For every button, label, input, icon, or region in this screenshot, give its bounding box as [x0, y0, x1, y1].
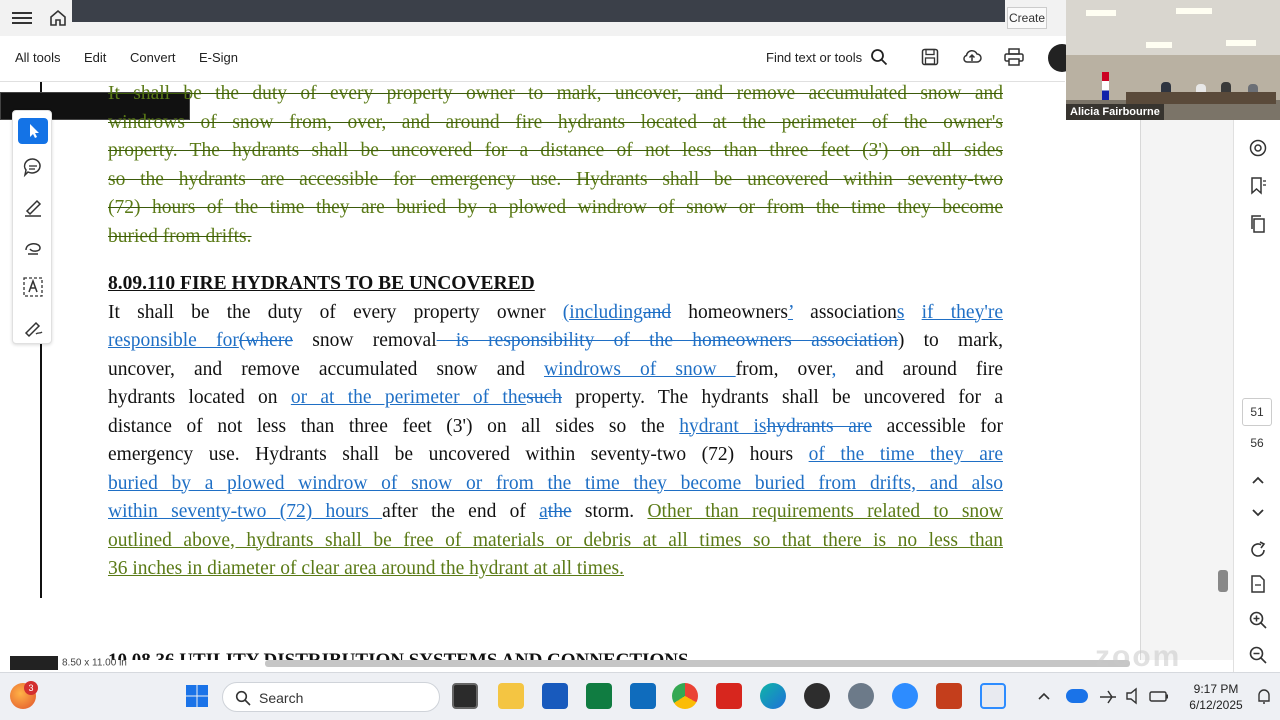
find-text-or-tools[interactable]: Find text or tools	[766, 50, 862, 65]
page-dimensions: 8.50 x 11.00 in	[10, 656, 127, 672]
para-line-1: It shall be the duty of every property o…	[108, 301, 1003, 323]
excel-icon[interactable]	[586, 683, 612, 709]
para-line-5: distance of not less than three feet (3'…	[108, 415, 1004, 437]
edge-icon[interactable]	[760, 683, 786, 709]
current-page-field[interactable]: 51	[1242, 398, 1272, 426]
chevron-up-icon[interactable]	[1248, 470, 1268, 490]
para-line-10: 36 inches in diameter of clear area arou…	[108, 558, 624, 579]
para-line-3: uncover, and remove accumulated snow and…	[108, 358, 1003, 380]
zoom-out-icon[interactable]	[1248, 645, 1268, 665]
copy-pages-icon[interactable]	[1248, 214, 1268, 234]
battery-icon[interactable]	[1148, 683, 1170, 709]
onedrive-icon[interactable]	[1066, 689, 1088, 703]
vertical-scrollbar-thumb[interactable]	[1218, 570, 1228, 592]
struck-line-6: buried from drifts.	[108, 225, 252, 247]
search-placeholder: Search	[259, 690, 304, 706]
acrobat-icon[interactable]	[716, 683, 742, 709]
search-icon	[235, 690, 251, 706]
para-line-4: hydrants located on or at the perimeter …	[108, 387, 1003, 408]
page-total: 56	[1250, 436, 1264, 450]
para-line-2: responsible for(where snow removal is re…	[108, 330, 1003, 351]
settings-gear-icon[interactable]	[848, 683, 874, 709]
cursor-arrow-icon	[30, 124, 39, 138]
para-line-9: outlined above, hydrants shall be free o…	[108, 529, 1003, 551]
flag-image	[1102, 72, 1109, 100]
system-clock[interactable]: 9:17 PM 6/12/2025	[1186, 681, 1246, 713]
participant-name-label: Alicia Fairbourne	[1066, 104, 1164, 120]
zoom-watermark: zoom	[1095, 640, 1182, 673]
hamburger-menu-icon[interactable]	[12, 9, 32, 27]
horizontal-scrollbar[interactable]	[265, 660, 1130, 667]
text-recognition-icon[interactable]	[22, 276, 44, 298]
para-line-8: within seventy-two (72) hours after the …	[108, 501, 1004, 522]
right-tool-rail: 51 56	[1233, 120, 1280, 672]
powerpoint-icon[interactable]	[936, 683, 962, 709]
struck-line-2: windrows of snow from, over, and around …	[108, 111, 1003, 133]
notification-badge: 3	[24, 681, 38, 695]
main-toolbar: All tools Edit Convert E-Sign Find text …	[0, 36, 1076, 82]
chevron-down-icon[interactable]	[1248, 502, 1268, 522]
left-tool-rail	[12, 110, 52, 344]
search-icon[interactable]	[870, 48, 888, 66]
struck-line-3: property. The hydrants shall be uncovere…	[108, 140, 1003, 161]
bookmark-icon[interactable]	[1248, 176, 1268, 196]
para-line-7: buried by a plowed windrow of snow or fr…	[108, 472, 1003, 494]
chrome-icon[interactable]	[672, 683, 698, 709]
zoom-in-icon[interactable]	[1248, 610, 1268, 630]
taskbar-search-box[interactable]: Search	[222, 682, 440, 712]
refresh-icon[interactable]	[1248, 540, 1268, 560]
section-heading: 8.09.110 FIRE HYDRANTS TO BE UNCOVERED	[108, 273, 535, 294]
struck-line-1: It shall be the duty of every property o…	[108, 83, 1003, 104]
volume-icon[interactable]	[1124, 683, 1144, 709]
zoom-app-icon[interactable]	[892, 683, 918, 709]
clock-time: 9:17 PM	[1193, 682, 1239, 696]
video-thumbnail[interactable]: Alicia Fairbourne	[1066, 0, 1280, 120]
snipping-tool-icon[interactable]	[980, 683, 1006, 709]
next-section-heading-partial: 10.08.36 UTILITY DISTRIBUTION SYSTEMS AN…	[108, 646, 808, 660]
struck-line-5: (72) hours of the time they are buried b…	[108, 197, 1003, 218]
ai-assistant-icon[interactable]	[1248, 138, 1268, 158]
all-tools-menu[interactable]: All tools	[15, 50, 61, 65]
fill-sign-icon[interactable]	[22, 316, 44, 338]
chevron-up-icon[interactable]	[1034, 683, 1054, 709]
save-icon[interactable]	[921, 48, 939, 66]
browser-tab-strip	[72, 0, 1005, 22]
create-button[interactable]: Create	[1007, 7, 1047, 29]
para-line-6: emergency use. Hydrants shall be uncover…	[108, 444, 1003, 465]
comment-icon[interactable]	[22, 156, 44, 178]
struck-line-4: so the hydrants are accessible for emerg…	[108, 168, 1003, 190]
outlook-icon[interactable]	[630, 683, 656, 709]
obs-icon[interactable]	[804, 683, 830, 709]
edit-menu[interactable]: Edit	[84, 50, 106, 65]
notification-bell-icon[interactable]	[1254, 683, 1274, 709]
convert-menu[interactable]: Convert	[130, 50, 176, 65]
select-tool-button[interactable]	[18, 118, 48, 144]
esign-menu[interactable]: E-Sign	[199, 50, 238, 65]
draw-freehand-icon[interactable]	[22, 236, 44, 258]
print-icon[interactable]	[1004, 48, 1024, 66]
highlight-pen-icon[interactable]	[22, 196, 44, 218]
windows-start-icon[interactable]	[184, 683, 210, 709]
cloud-upload-icon[interactable]	[962, 47, 982, 67]
clock-date: 6/12/2025	[1189, 698, 1243, 712]
file-explorer-icon[interactable]	[498, 683, 524, 709]
word-icon[interactable]	[542, 683, 568, 709]
task-view-icon[interactable]	[452, 683, 478, 709]
fit-page-icon[interactable]	[1248, 574, 1268, 594]
airplane-icon[interactable]	[1098, 683, 1118, 709]
windows-taskbar: 3 Search 9:17 PM 6/12/2025	[0, 672, 1280, 720]
home-icon[interactable]	[48, 8, 68, 28]
